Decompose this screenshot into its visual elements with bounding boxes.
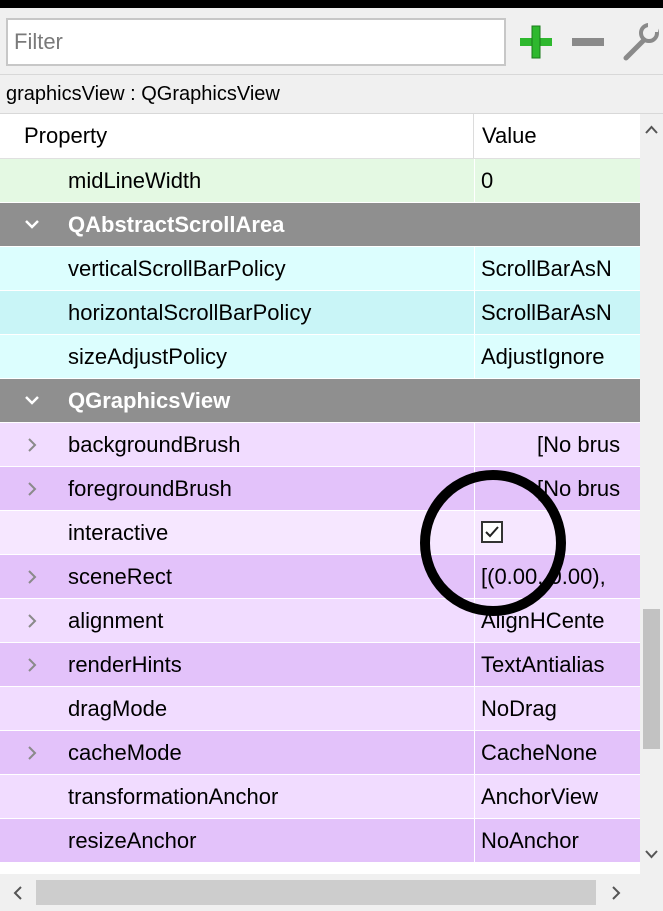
scroll-left-icon[interactable] (6, 880, 30, 906)
property-value[interactable]: ScrollBarAsN (474, 291, 640, 334)
property-name: dragMode (68, 696, 168, 721)
group-row[interactable]: QGraphicsView (0, 379, 640, 423)
chevron-right-icon[interactable] (24, 731, 40, 775)
property-value[interactable]: AnchorView (474, 775, 640, 818)
filter-input[interactable] (6, 18, 506, 66)
table-row[interactable]: dragMode NoDrag (0, 687, 640, 731)
property-value[interactable]: [(0.00, 0.00), (474, 555, 640, 598)
chevron-down-icon[interactable] (24, 203, 40, 247)
scroll-right-icon[interactable] (604, 880, 628, 906)
table-row[interactable]: resizeAnchor NoAnchor (0, 819, 640, 863)
property-value[interactable]: [No brus (474, 467, 640, 510)
table-row[interactable]: interactive (0, 511, 640, 555)
plus-icon[interactable] (516, 22, 556, 62)
table-row[interactable]: sceneRect [(0.00, 0.00), (0, 555, 640, 599)
property-name: backgroundBrush (68, 432, 241, 457)
property-value[interactable]: TextAntialias (474, 643, 640, 686)
table-row[interactable]: horizontalScrollBarPolicy ScrollBarAsN (0, 291, 640, 335)
chevron-right-icon[interactable] (24, 599, 40, 643)
wrench-icon[interactable] (620, 22, 660, 62)
object-class-label: graphicsView : QGraphicsView (0, 74, 663, 114)
vertical-scroll-thumb[interactable] (643, 609, 660, 749)
table-row[interactable]: alignment AlignHCente (0, 599, 640, 643)
table-row[interactable]: verticalScrollBarPolicy ScrollBarAsN (0, 247, 640, 291)
property-name: resizeAnchor (68, 828, 197, 853)
property-name: horizontalScrollBarPolicy (68, 300, 312, 325)
chevron-right-icon[interactable] (24, 467, 40, 511)
property-name: sizeAdjustPolicy (68, 344, 227, 369)
table-row[interactable]: backgroundBrush [No brus (0, 423, 640, 467)
chevron-right-icon[interactable] (24, 555, 40, 599)
property-name: renderHints (68, 652, 182, 677)
property-name: transformationAnchor (68, 784, 279, 809)
property-name: cacheMode (68, 740, 182, 765)
chevron-right-icon[interactable] (24, 423, 40, 467)
chevron-right-icon[interactable] (24, 643, 40, 687)
table-rows: midLineWidth 0 QAbstractScrollArea vertical… (0, 159, 640, 863)
vertical-scrollbar[interactable] (640, 114, 663, 874)
chevron-down-icon[interactable] (24, 379, 40, 423)
property-value[interactable] (474, 511, 640, 554)
property-editor-panel: graphicsView : QGraphicsView Property Va… (0, 0, 663, 911)
table-row[interactable]: renderHints TextAntialias (0, 643, 640, 687)
group-label: QGraphicsView (68, 388, 231, 413)
property-value[interactable]: NoDrag (474, 687, 640, 730)
table-row[interactable]: transformationAnchor AnchorView (0, 775, 640, 819)
table-header: Property Value (0, 114, 640, 159)
property-table: Property Value midLineWidth 0 QAbstractScr… (0, 114, 640, 874)
property-value[interactable]: ScrollBarAsN (474, 247, 640, 290)
scrollbar-corner (640, 874, 663, 911)
header-divider[interactable] (473, 114, 474, 158)
property-value[interactable]: AlignHCente (474, 599, 640, 642)
table-row[interactable]: sizeAdjustPolicy AdjustIgnore (0, 335, 640, 379)
group-label: QAbstractScrollArea (68, 212, 285, 237)
property-value[interactable]: [No brus (474, 423, 640, 466)
minus-icon[interactable] (568, 22, 608, 62)
property-name: alignment (68, 608, 164, 633)
property-value[interactable]: CacheNone (474, 731, 640, 774)
property-value[interactable]: NoAnchor (474, 819, 640, 862)
property-value[interactable]: AdjustIgnore (474, 335, 640, 378)
property-name: sceneRect (68, 564, 172, 589)
header-value[interactable]: Value (482, 114, 537, 158)
filter-toolbar (0, 0, 663, 74)
property-name: midLineWidth (68, 168, 202, 193)
scroll-up-icon[interactable] (640, 118, 663, 142)
property-name: foregroundBrush (68, 476, 232, 501)
horizontal-scrollbar[interactable] (0, 874, 640, 911)
interactive-checkbox[interactable] (481, 521, 503, 544)
group-row[interactable]: QAbstractScrollArea (0, 203, 640, 247)
table-row[interactable]: cacheMode CacheNone (0, 731, 640, 775)
property-value[interactable]: 0 (474, 159, 640, 202)
property-name: interactive (68, 520, 169, 545)
table-row[interactable]: foregroundBrush [No brus (0, 467, 640, 511)
scroll-down-icon[interactable] (640, 842, 663, 866)
horizontal-scroll-thumb[interactable] (36, 880, 596, 905)
header-property[interactable]: Property (24, 114, 107, 158)
property-name: verticalScrollBarPolicy (68, 256, 286, 281)
table-row[interactable]: midLineWidth 0 (0, 159, 640, 203)
